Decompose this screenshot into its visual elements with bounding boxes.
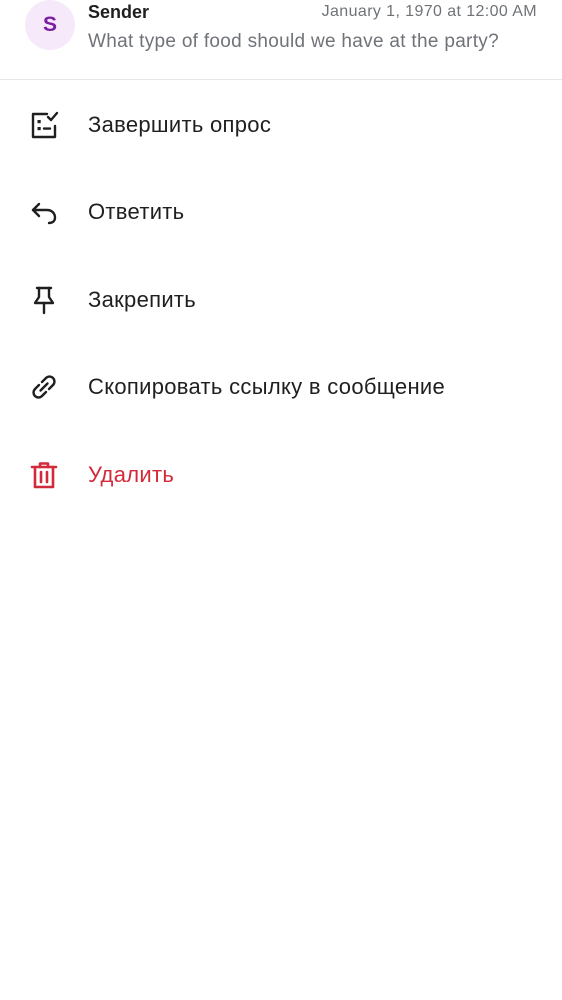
message-header: S Sender January 1, 1970 at 12:00 AM Wha… [0, 0, 562, 80]
end-poll-menu-item[interactable]: Завершить опрос [0, 81, 562, 169]
pin-icon [28, 284, 60, 316]
reply-menu-item[interactable]: Ответить [0, 169, 562, 257]
pin-label: Закрепить [88, 286, 197, 312]
poll-checklist-icon [28, 109, 60, 141]
delete-menu-item[interactable]: Удалить [0, 431, 562, 519]
reply-icon [28, 196, 60, 228]
trash-icon [28, 459, 60, 491]
avatar: S [25, 0, 75, 50]
copy-link-label: Скопировать ссылку в сообщение [88, 374, 446, 400]
pin-menu-item[interactable]: Закрепить [0, 256, 562, 344]
copy-link-menu-item[interactable]: Скопировать ссылку в сообщение [0, 344, 562, 432]
message-actions-menu: Завершить опрос Ответить Закрепить Скопи… [0, 81, 562, 519]
link-icon [28, 371, 60, 403]
reply-label: Ответить [88, 199, 185, 225]
end-poll-label: Завершить опрос [88, 111, 272, 137]
delete-label: Удалить [88, 461, 175, 487]
message-timestamp: January 1, 1970 at 12:00 AM [321, 3, 537, 20]
message-preview: What type of food should we have at the … [88, 31, 499, 52]
sender-name: Sender [88, 2, 150, 22]
